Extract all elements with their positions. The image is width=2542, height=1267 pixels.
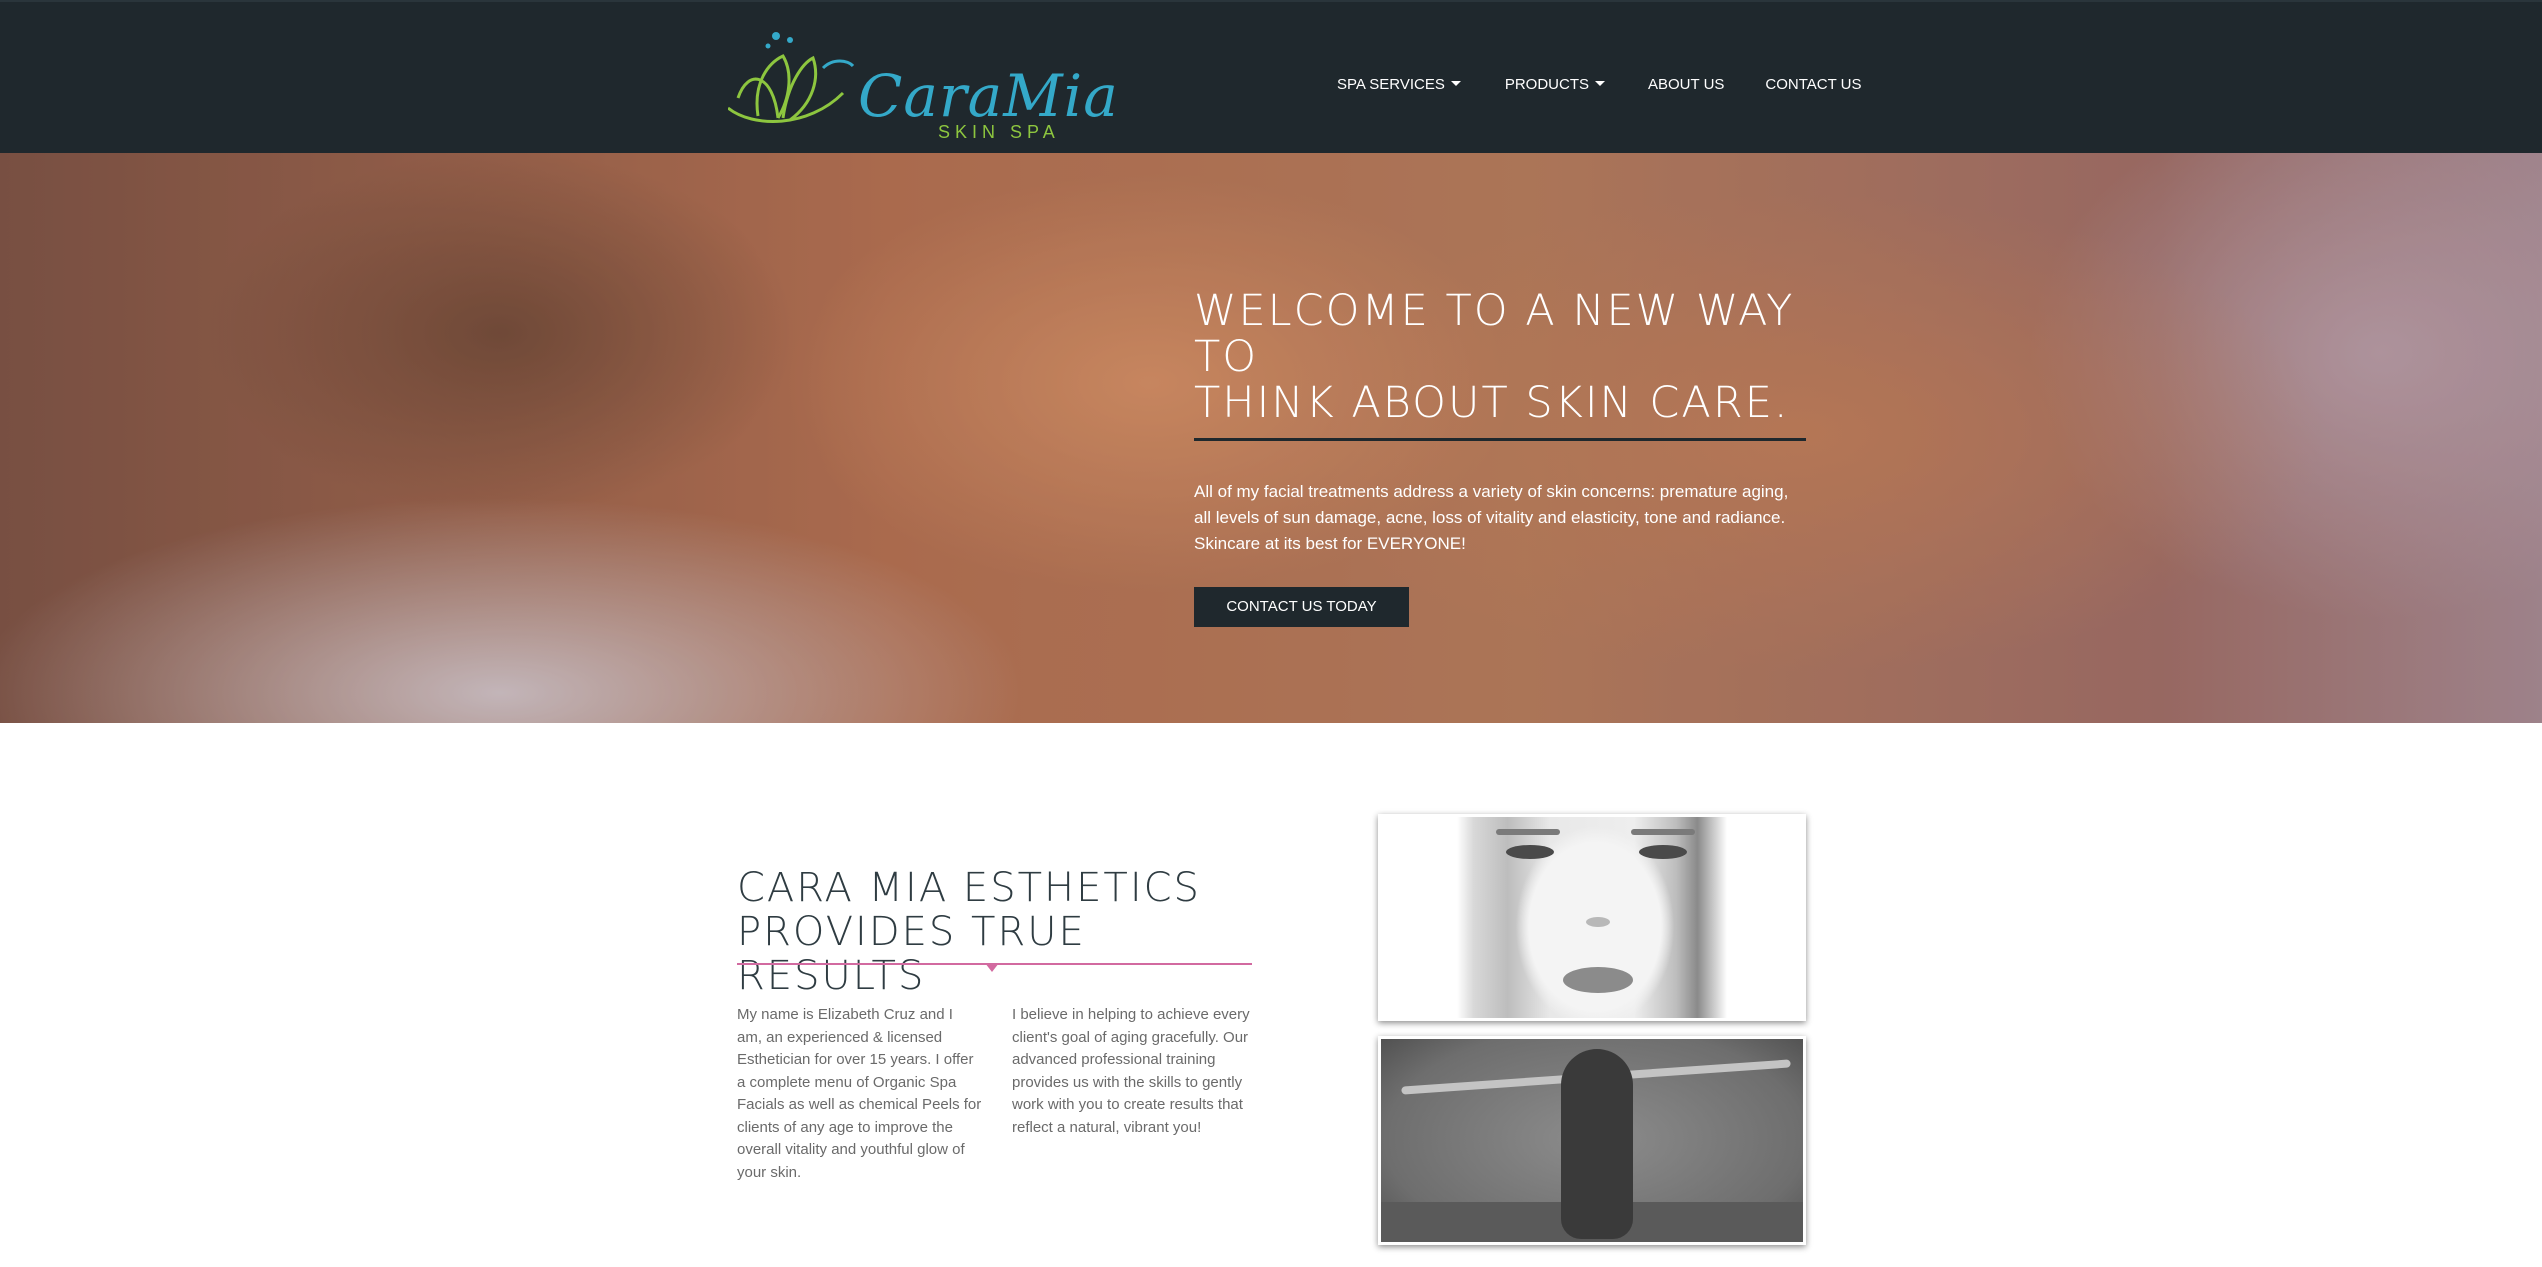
photo-detail [1561, 1049, 1633, 1239]
nav-products[interactable]: PRODUCTS [1505, 76, 1605, 93]
hero-title: WELCOME TO A NEW WAY TO THINK ABOUT SKIN… [1194, 288, 1806, 426]
about-column-right: I believe in helping to achieve every cl… [1012, 1006, 1250, 1136]
face-detail [1563, 967, 1633, 993]
face-detail [1639, 845, 1687, 859]
face-detail [1506, 845, 1554, 859]
about-title-line: PROVIDES TRUE RESULTS [737, 909, 1086, 999]
lotus-icon [728, 32, 855, 123]
face-detail [1496, 829, 1560, 835]
back-pose-photo [1378, 1036, 1806, 1245]
nav-label: ABOUT US [1648, 76, 1725, 93]
about-title-line: CARA MIA ESTHETICS [737, 865, 1201, 911]
nav-label: SPA SERVICES [1337, 76, 1445, 93]
nav-spa-services[interactable]: SPA SERVICES [1337, 76, 1461, 93]
caret-down-icon [1450, 80, 1461, 86]
face-photo [1378, 814, 1806, 1021]
site-logo[interactable]: CaraMia SKIN SPA [728, 28, 1118, 146]
face-detail [1586, 917, 1610, 927]
main-nav: SPA SERVICES PRODUCTS ABOUT US CONTACT U… [1337, 76, 1862, 93]
hero-title-line: THINK ABOUT SKIN CARE. [1194, 378, 1790, 428]
hero-banner: WELCOME TO A NEW WAY TO THINK ABOUT SKIN… [0, 153, 2542, 723]
contact-us-today-button[interactable]: CONTACT US TODAY [1194, 587, 1409, 627]
nav-about-us[interactable]: ABOUT US [1648, 76, 1724, 93]
hero-divider [1194, 438, 1806, 441]
divider-pointer-icon [985, 963, 999, 972]
about-title: CARA MIA ESTHETICS PROVIDES TRUE RESULTS [737, 866, 1257, 998]
nav-contact-us[interactable]: CONTACT US [1765, 76, 1861, 93]
logo-script: CaraMia [858, 62, 1119, 130]
logo-subtitle: SKIN SPA [938, 122, 1060, 142]
site-header: CaraMia SKIN SPA SPA SERVICES PRODUCTS A… [0, 0, 2542, 153]
hero-title-line: WELCOME TO A NEW WAY TO [1194, 286, 1795, 382]
caret-down-icon [1595, 80, 1605, 86]
hero-description: All of my facial treatments address a va… [1194, 482, 1789, 553]
about-column-left: My name is Elizabeth Cruz and I am, an e… [737, 1006, 982, 1181]
hero-content: WELCOME TO A NEW WAY TO THINK ABOUT SKIN… [1194, 288, 1806, 627]
nav-label: PRODUCTS [1504, 76, 1589, 93]
face-detail [1631, 829, 1695, 835]
nav-label: CONTACT US [1765, 76, 1862, 93]
